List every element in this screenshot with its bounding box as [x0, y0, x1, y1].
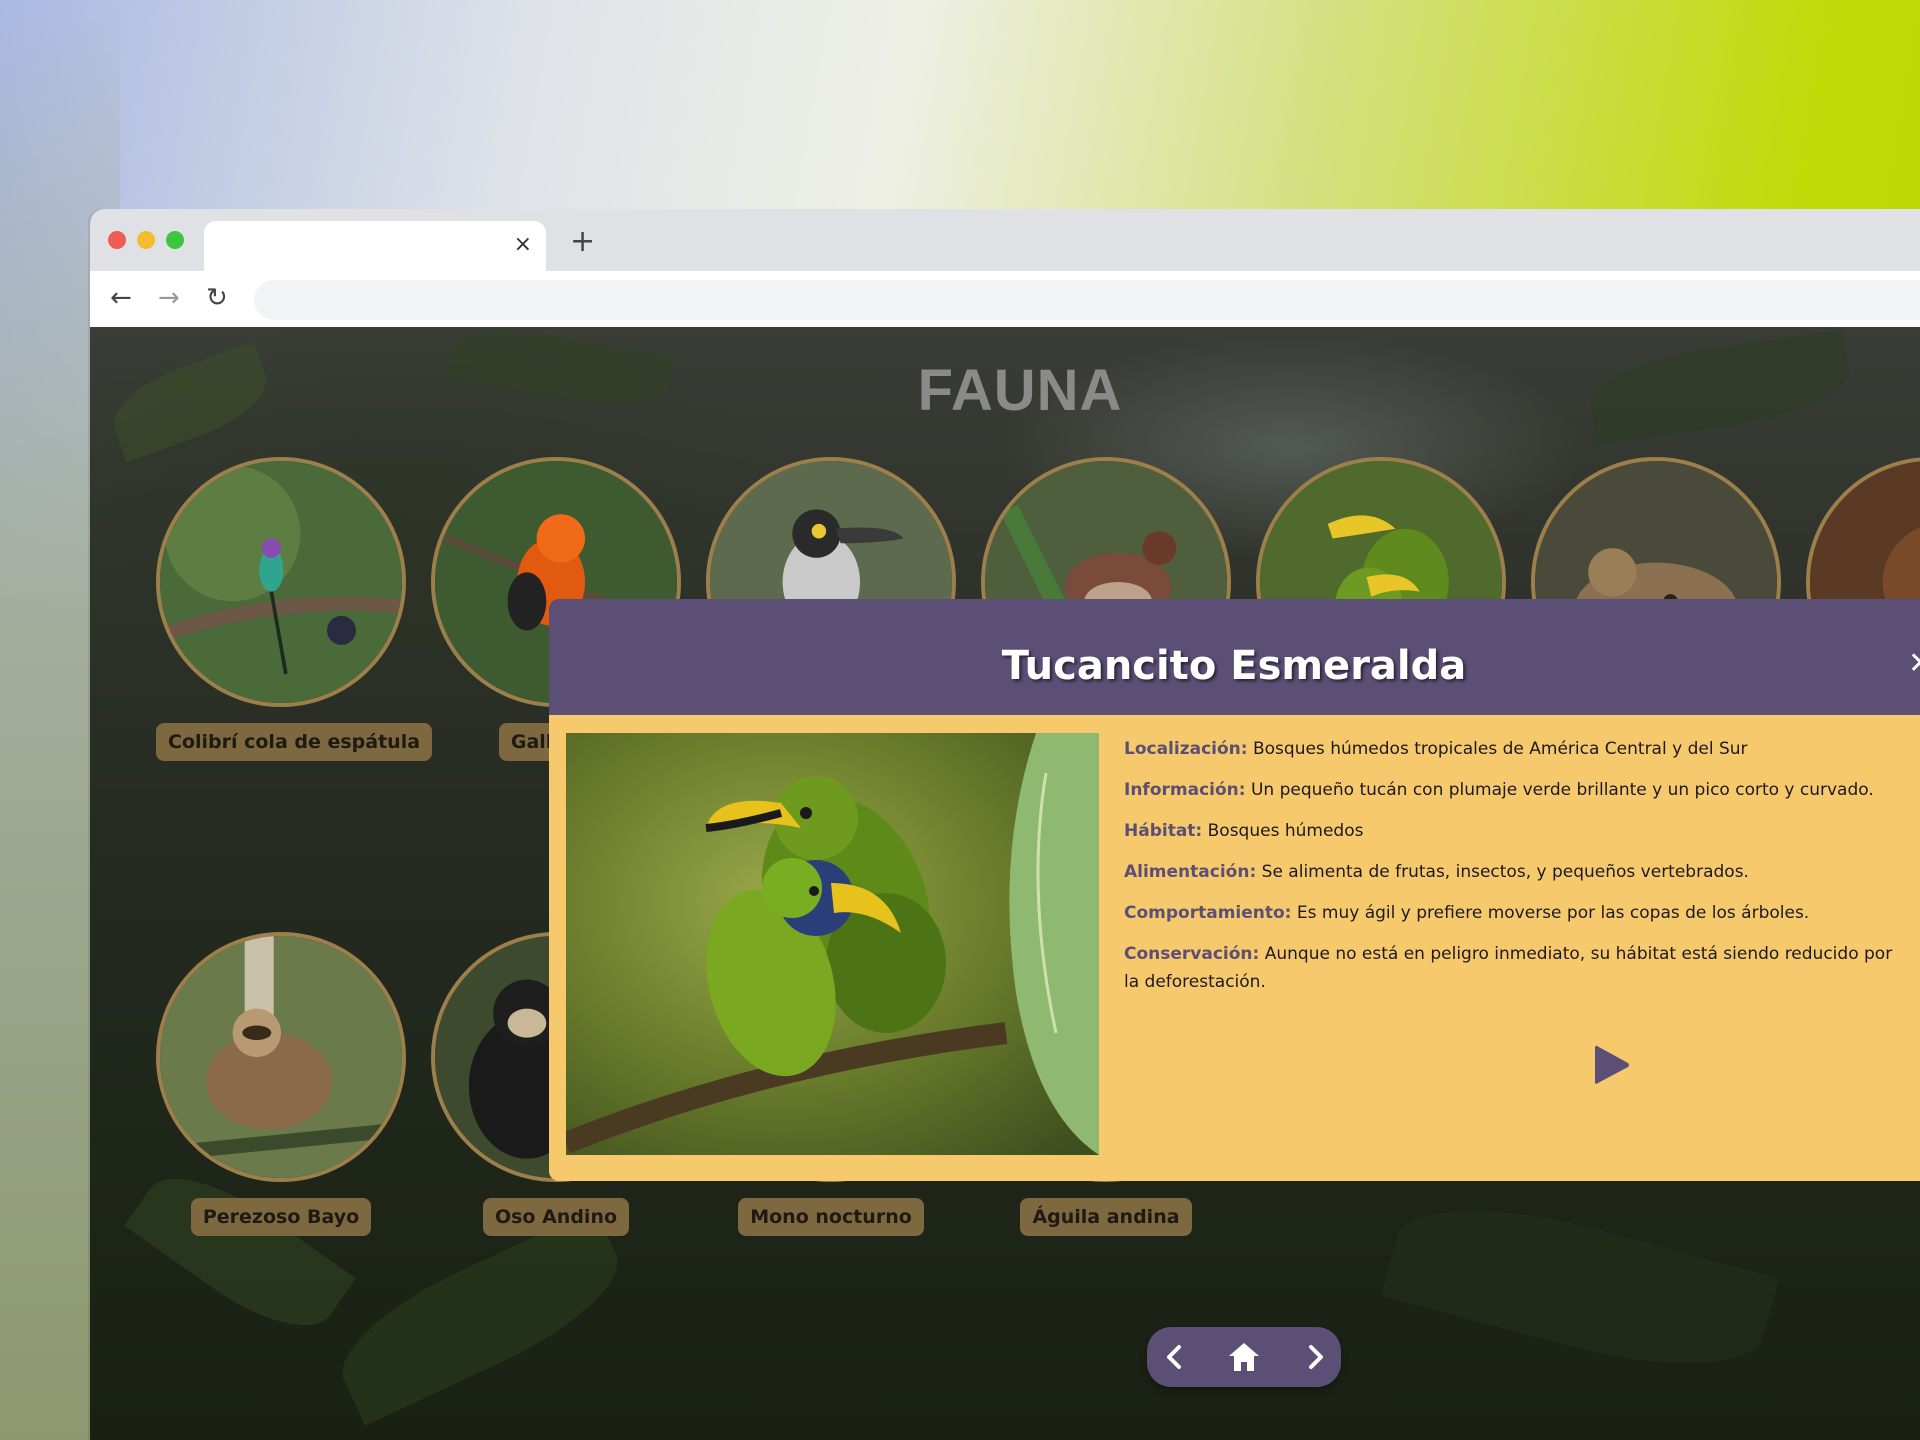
next-button[interactable]: [1297, 1339, 1333, 1375]
info-habitat: Hábitat: Bosques húmedos: [1124, 817, 1904, 845]
info-location: Localización: Bosques húmedos tropicales…: [1124, 735, 1904, 763]
hummingbird-icon: [160, 461, 402, 703]
animal-card-hummingbird[interactable]: Colibrí cola de espátula: [156, 457, 433, 761]
play-icon: [1595, 1045, 1629, 1084]
info-behavior: Comportamiento: Es muy ágil y prefiere m…: [1124, 899, 1904, 927]
animal-name-label: Colibrí cola de espátula: [156, 723, 433, 761]
new-tab-button[interactable]: +: [570, 227, 595, 257]
tab-bar: × +: [90, 209, 1920, 271]
close-icon[interactable]: ✕: [1908, 649, 1920, 679]
info-label: Alimentación:: [1124, 862, 1257, 882]
info-value: Bosques húmedos tropicales de América Ce…: [1252, 739, 1748, 759]
animal-detail-modal: Tucancito Esmeralda ✕: [549, 599, 1920, 1181]
info-value: Se alimenta de frutas, insectos, y peque…: [1261, 862, 1749, 882]
info-conservation: Conservación: Aunque no está en peligro …: [1124, 940, 1904, 996]
home-button[interactable]: [1226, 1339, 1262, 1375]
previous-button[interactable]: [1157, 1339, 1193, 1375]
emerald-toucanet-photo-icon: [566, 733, 1099, 1155]
animal-name-label: Mono nocturno: [738, 1198, 924, 1236]
active-tab[interactable]: ×: [204, 221, 546, 271]
back-arrow-icon[interactable]: ←: [110, 283, 132, 313]
info-label: Comportamiento:: [1124, 903, 1292, 923]
bottom-navigation: [1147, 1327, 1341, 1387]
info-value: Bosques húmedos: [1207, 821, 1364, 841]
animal-name-label: Águila andina: [1020, 1198, 1192, 1236]
info-label: Hábitat:: [1124, 821, 1203, 841]
leaf-decoration: [322, 1208, 638, 1426]
info-label: Información:: [1124, 780, 1246, 800]
info-label: Conservación:: [1124, 944, 1260, 964]
animal-info: Localización: Bosques húmedos tropicales…: [1124, 735, 1904, 1009]
chevron-right-icon: [1309, 1345, 1323, 1369]
info-diet: Alimentación: Se alimenta de frutas, ins…: [1124, 858, 1904, 886]
modal-body: Localización: Bosques húmedos tropicales…: [549, 715, 1920, 1181]
tab-close-icon[interactable]: ×: [514, 233, 532, 257]
chevron-left-icon: [1167, 1345, 1181, 1369]
minimize-window-button[interactable]: [137, 231, 155, 249]
animal-card-sloth[interactable]: Perezoso Bayo: [156, 932, 406, 1236]
play-audio-button[interactable]: [1593, 1043, 1631, 1087]
animal-detail-photo: [566, 733, 1099, 1155]
sloth-icon: [160, 936, 402, 1178]
animal-name-label: Oso Andino: [482, 1198, 630, 1236]
info-value: Un pequeño tucán con plumaje verde brill…: [1250, 780, 1874, 800]
maximize-window-button[interactable]: [166, 231, 184, 249]
info-description: Información: Un pequeño tucán con plumaj…: [1124, 776, 1904, 804]
info-label: Localización:: [1124, 739, 1248, 759]
reload-icon[interactable]: ↻: [206, 283, 228, 313]
browser-window: × + ← → ↻ FAUNA Colibrí cola de espátula…: [90, 209, 1920, 1440]
modal-title: Tucancito Esmeralda: [1001, 643, 1467, 689]
animal-photo[interactable]: [156, 932, 406, 1182]
forward-arrow-icon[interactable]: →: [158, 283, 180, 313]
page-title: FAUNA: [917, 358, 1123, 423]
animal-photo[interactable]: [156, 457, 406, 707]
modal-header: Tucancito Esmeralda ✕: [549, 599, 1920, 715]
address-bar[interactable]: [254, 280, 1920, 320]
leaf-decoration: [1380, 1179, 1780, 1395]
page-viewport: FAUNA Colibrí cola de espátula Gallito P…: [90, 327, 1920, 1440]
browser-toolbar: ← → ↻: [90, 271, 1920, 327]
close-window-button[interactable]: [108, 231, 126, 249]
animal-name-label: Perezoso Bayo: [190, 1198, 372, 1236]
info-value: Es muy ágil y prefiere moverse por las c…: [1296, 903, 1810, 923]
home-icon: [1229, 1343, 1259, 1371]
